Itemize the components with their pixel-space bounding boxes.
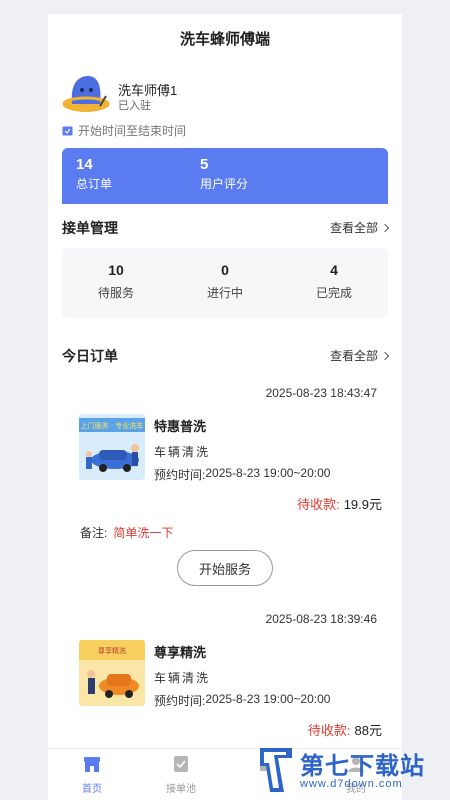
note-value: 简单洗一下 bbox=[113, 526, 174, 540]
watermark-logo-icon bbox=[260, 748, 292, 792]
view-all-link[interactable]: 查看全部 bbox=[329, 219, 390, 236]
status-completed[interactable]: 4 已完成 bbox=[280, 262, 388, 301]
date-range-label: 开始时间至结束时间 bbox=[78, 123, 187, 138]
order-vehicle: 车辆清洗 bbox=[154, 671, 211, 685]
site-watermark: 第七下载站 www.d7down.com bbox=[256, 742, 450, 800]
stat-label: 总订单 bbox=[76, 177, 113, 191]
avatar bbox=[62, 76, 110, 112]
status-label: 进行中 bbox=[206, 286, 243, 300]
order-note: 备注: 简单洗一下 bbox=[80, 524, 173, 541]
stat-total-orders[interactable]: 14 总订单 bbox=[76, 156, 112, 192]
price-value: 88元 bbox=[354, 723, 382, 738]
status-count: 0 bbox=[221, 262, 229, 278]
clipboard-check-icon bbox=[174, 756, 188, 772]
price-value: 19.9元 bbox=[343, 497, 382, 512]
watermark-url: www.d7down.com bbox=[300, 778, 403, 790]
view-all-link[interactable]: 查看全部 bbox=[329, 347, 390, 364]
chevron-right-icon bbox=[380, 351, 390, 360]
today-orders-header: 今日订单 查看全部 bbox=[62, 344, 390, 368]
section-title: 接单管理 bbox=[62, 220, 118, 236]
accept-management-header: 接单管理 查看全部 bbox=[62, 216, 390, 240]
section-title: 今日订单 bbox=[62, 348, 118, 364]
status-count: 10 bbox=[108, 262, 124, 278]
calendar-icon bbox=[62, 126, 73, 135]
order-vehicle: 车辆清洗 bbox=[154, 445, 211, 459]
status-label: 已完成 bbox=[315, 286, 352, 300]
pending-payment-label: 待收款: bbox=[297, 497, 340, 512]
note-label: 备注: bbox=[80, 526, 108, 540]
stat-value: 14 bbox=[76, 156, 93, 173]
status-label: 待服务 bbox=[97, 286, 134, 300]
stat-user-rating[interactable]: 5 用户评分 bbox=[200, 156, 248, 192]
tab-label: 接单池 bbox=[166, 784, 196, 795]
stats-card: 14 总订单 5 用户评分 bbox=[62, 148, 388, 204]
appointment-label: 预约时间: bbox=[154, 468, 206, 482]
stat-label: 用户评分 bbox=[200, 177, 249, 191]
page-title: 洗车蜂师傅端 bbox=[179, 31, 270, 48]
view-all-label: 查看全部 bbox=[329, 349, 378, 363]
order-service-name: 尊享精洗 bbox=[154, 645, 207, 660]
stat-value: 5 bbox=[200, 156, 209, 173]
view-all-label: 查看全部 bbox=[329, 221, 378, 235]
appointment-label: 预约时间: bbox=[154, 694, 206, 708]
profile-section[interactable]: 洗车师傅1 已入驻 bbox=[62, 70, 392, 120]
order-thumbnail: 尊享精洗 bbox=[79, 640, 145, 706]
watermark-text: 第七下载站 bbox=[300, 753, 425, 780]
order-appointment: 预约时间: 2025-8-23 19:00~20:00 bbox=[154, 692, 330, 709]
chevron-right-icon bbox=[380, 223, 390, 232]
order-time: 2025-08-23 18:39:46 bbox=[265, 612, 377, 626]
order-service-name: 特惠普洗 bbox=[154, 419, 207, 434]
tab-label: 首页 bbox=[82, 784, 102, 795]
tab-order-pool[interactable]: 接单池 bbox=[151, 755, 211, 795]
order-thumbnail: 上门服务 · 专业洗车 bbox=[79, 414, 145, 480]
thumbnail-text: 上门服务 · 专业洗车 bbox=[81, 421, 144, 430]
start-service-button[interactable]: 开始服务 bbox=[177, 550, 273, 586]
status-count: 4 bbox=[330, 262, 338, 278]
accept-management-card: 10 待服务 0 进行中 4 已完成 bbox=[62, 248, 388, 318]
order-appointment: 预约时间: 2025-8-23 19:00~20:00 bbox=[154, 466, 330, 483]
order-price: 待收款: 88元 bbox=[308, 720, 382, 739]
store-icon bbox=[84, 757, 100, 772]
date-range-picker[interactable]: 开始时间至结束时间 bbox=[62, 122, 186, 138]
status-pending-service[interactable]: 10 待服务 bbox=[62, 262, 170, 301]
thumbnail-text: 尊享精洗 bbox=[98, 646, 126, 655]
profile-status: 已入驻 bbox=[118, 100, 151, 112]
app-screen: 洗车蜂师傅端 洗车师傅1 已入驻 开始时间至结束时间 14 总订单 5 用户评分 bbox=[48, 14, 402, 800]
status-in-progress[interactable]: 0 进行中 bbox=[171, 262, 279, 301]
appointment-value: 2025-8-23 19:00~20:00 bbox=[205, 692, 331, 706]
pending-payment-label: 待收款: bbox=[307, 723, 351, 738]
order-price: 待收款: 19.9元 bbox=[297, 494, 382, 513]
tab-home[interactable]: 首页 bbox=[62, 755, 122, 795]
appointment-value: 2025-8-23 19:00~20:00 bbox=[205, 466, 331, 480]
order-time: 2025-08-23 18:43:47 bbox=[265, 386, 377, 400]
